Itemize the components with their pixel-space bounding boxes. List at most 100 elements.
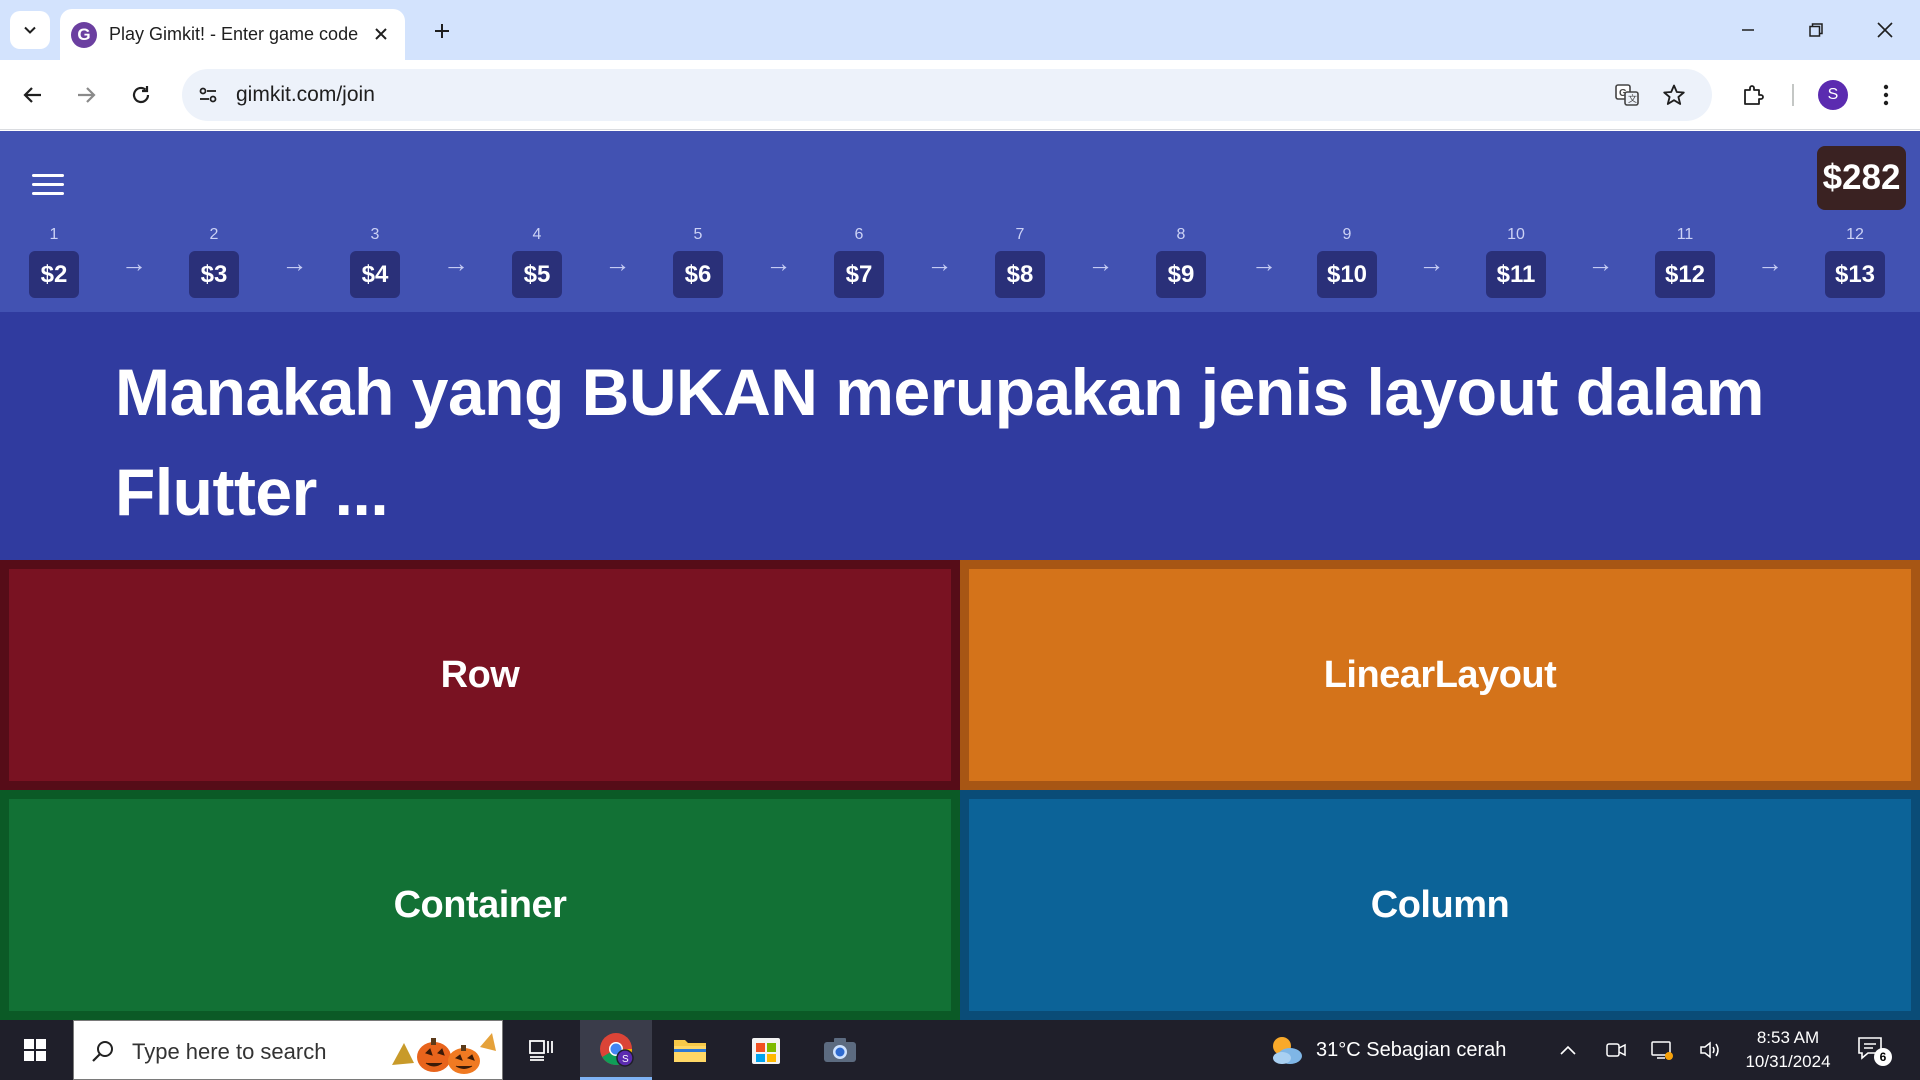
windows-icon — [24, 1039, 46, 1061]
taskbar-file-explorer[interactable] — [654, 1020, 726, 1080]
task-view-icon — [529, 1040, 553, 1061]
bookmark-star-button[interactable] — [1659, 80, 1689, 110]
level-value: $11 — [1486, 251, 1546, 298]
close-icon — [375, 28, 387, 40]
level-value: $10 — [1317, 251, 1377, 298]
translate-button[interactable]: G文 — [1612, 80, 1642, 110]
new-tab-button[interactable] — [425, 14, 459, 48]
close-icon — [1877, 22, 1893, 38]
level-arrow-icon: → — [604, 248, 631, 278]
url-text[interactable]: gimkit.com/join — [236, 83, 375, 107]
address-bar[interactable]: gimkit.com/join G文 — [182, 69, 1712, 121]
toolbar-separator — [1792, 84, 1794, 106]
level-value: $13 — [1825, 251, 1885, 298]
extensions-button[interactable] — [1735, 77, 1771, 113]
level-number: 1 — [49, 226, 59, 243]
level-number: 7 — [1015, 226, 1025, 243]
restore-button[interactable] — [1793, 12, 1839, 48]
level-arrow-icon: → — [926, 248, 953, 278]
minimize-icon — [1742, 29, 1754, 31]
search-icon — [88, 1036, 118, 1066]
level-number: 12 — [1846, 226, 1864, 243]
answer-label: Row — [440, 653, 520, 696]
tab-title: Play Gimkit! - Enter game code — [109, 24, 359, 44]
clock[interactable]: 8:53 AM 10/31/2024 — [1740, 1026, 1836, 1074]
windows-taskbar: Type here to search S 31°C Sebagian cera… — [0, 1020, 1920, 1080]
answer-option-3[interactable]: Container — [0, 790, 960, 1020]
tab-search-button[interactable] — [10, 11, 50, 49]
answer-option-4[interactable]: Column — [960, 790, 1920, 1020]
minimize-button[interactable] — [1725, 12, 1771, 48]
tab-close-button[interactable] — [369, 22, 393, 46]
reload-icon — [132, 86, 150, 104]
site-info-button[interactable] — [194, 81, 222, 109]
level-value: $5 — [512, 251, 562, 298]
answer-option-1[interactable]: Row — [0, 560, 960, 790]
file-explorer-icon — [674, 1040, 706, 1062]
camera-icon — [824, 1038, 856, 1062]
level-arrow-icon: → — [121, 248, 147, 278]
translate-icon: G文 — [1615, 84, 1639, 106]
network-button[interactable] — [1648, 1036, 1676, 1064]
level-number: 6 — [854, 226, 864, 243]
taskbar-microsoft-store[interactable] — [730, 1020, 802, 1080]
menu-icon[interactable] — [28, 164, 68, 204]
reload-button[interactable] — [123, 77, 159, 113]
level-value: $3 — [189, 251, 239, 298]
level-value: $6 — [673, 251, 723, 298]
browser-toolbar: gimkit.com/join G文 S — [0, 60, 1920, 130]
gimkit-favicon-icon: G — [71, 21, 97, 48]
show-hidden-icons-button[interactable] — [1554, 1036, 1582, 1064]
restore-icon — [1809, 23, 1823, 37]
weather-icon — [1273, 1037, 1302, 1064]
speaker-icon — [1700, 1041, 1719, 1059]
level-arrow-icon: → — [1757, 248, 1783, 278]
level-number: 8 — [1176, 226, 1186, 243]
level-arrow-icon: → — [1418, 248, 1445, 278]
notification-center-button[interactable]: 6 — [1856, 1034, 1892, 1066]
question-text: Manakah yang BUKAN merupakan jenis layou… — [115, 355, 1764, 529]
browser-tab-strip: G Play Gimkit! - Enter game code — [0, 0, 1920, 60]
answer-label: Container — [393, 883, 567, 926]
back-icon — [23, 87, 41, 103]
level-value: $2 — [29, 251, 79, 298]
level-number: 9 — [1342, 226, 1352, 243]
answer-option-2[interactable]: LinearLayout — [960, 560, 1920, 790]
clock-date: 10/31/2024 — [1745, 1052, 1831, 1071]
profile-avatar[interactable]: S — [1818, 80, 1848, 110]
game-header: $282 1 $2 → 2 $3 → 3 $4 → 4 $5 → 5 $6 → 6 $7 → 7 $8 → 8 $9 → 9 $1… — [0, 131, 1920, 312]
search-placeholder: Type here to search — [132, 1039, 327, 1064]
forward-button[interactable] — [68, 77, 104, 113]
taskbar-chrome[interactable]: S — [580, 1020, 652, 1080]
level-number: 11 — [1676, 226, 1694, 243]
back-button[interactable] — [15, 77, 51, 113]
level-arrow-icon: → — [1251, 248, 1277, 278]
balance-display: $282 — [1817, 146, 1906, 210]
video-call-icon — [1606, 1043, 1626, 1057]
browser-menu-button[interactable] — [1868, 77, 1904, 113]
level-number: 10 — [1507, 226, 1525, 243]
level-arrow-icon: → — [443, 248, 469, 278]
browser-tab-active[interactable]: G Play Gimkit! - Enter game code — [60, 9, 405, 60]
notification-count-badge: 6 — [1874, 1048, 1892, 1066]
chrome-icon: S — [600, 1032, 634, 1067]
level-number: 5 — [693, 226, 703, 243]
level-arrow-icon: → — [281, 248, 308, 278]
task-view-button[interactable] — [506, 1020, 578, 1080]
meet-now-button[interactable] — [1602, 1036, 1630, 1064]
weather-text[interactable]: 31°C Sebagian cerah — [1316, 1039, 1506, 1062]
level-value: $8 — [995, 251, 1045, 298]
clock-time: 8:53 AM — [1756, 1028, 1820, 1047]
chevron-up-icon — [1560, 1045, 1576, 1055]
plus-icon — [435, 24, 449, 38]
taskbar-camera[interactable] — [804, 1020, 876, 1080]
svg-text:S: S — [622, 1054, 629, 1065]
level-number: 4 — [532, 226, 542, 243]
volume-button[interactable] — [1696, 1036, 1724, 1064]
chevron-down-icon — [24, 26, 36, 34]
extensions-icon — [1744, 85, 1764, 105]
start-button[interactable] — [0, 1020, 70, 1080]
level-value: $4 — [350, 251, 400, 298]
taskbar-search-box[interactable]: Type here to search — [73, 1020, 503, 1080]
window-close-button[interactable] — [1862, 12, 1908, 48]
